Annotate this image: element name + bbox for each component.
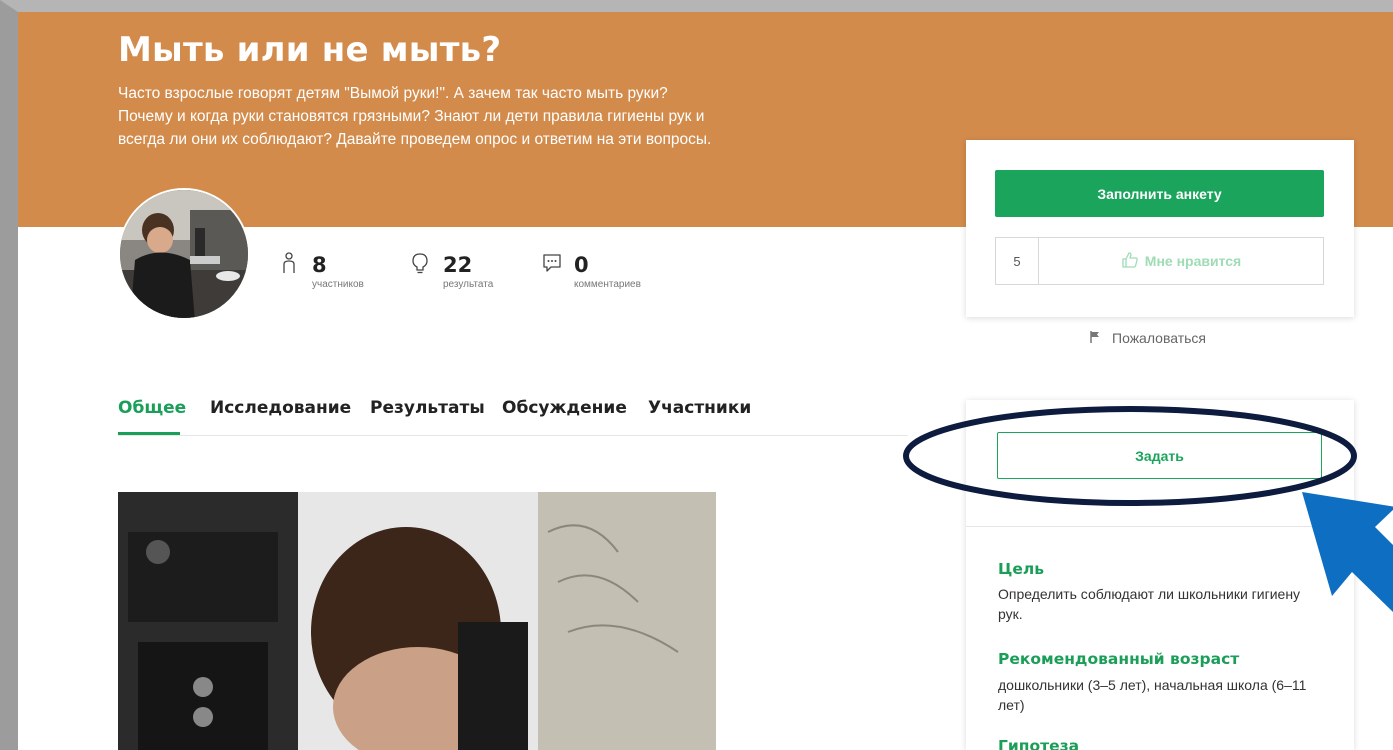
project-description: Часто взрослые говорят детям "Вымой руки…: [118, 85, 712, 148]
divider: [966, 526, 1354, 527]
action-card: Заполнить анкету 5 Мне нравится: [966, 140, 1354, 317]
hypothesis-heading: Гипотеза: [998, 737, 1080, 750]
age-heading: Рекомендованный возраст: [998, 650, 1240, 668]
fill-questionnaire-button[interactable]: Заполнить анкету: [995, 170, 1324, 217]
tab-research[interactable]: Исследование: [210, 398, 351, 418]
thumbs-up-icon: [1121, 251, 1139, 272]
lightbulb-icon: [411, 252, 429, 274]
complain-link[interactable]: Пожаловаться: [1090, 330, 1206, 346]
avatar[interactable]: [118, 188, 250, 320]
project-photo: [118, 492, 716, 750]
ask-question-button[interactable]: Задать: [997, 432, 1322, 479]
like-label: Мне нравится: [1144, 253, 1242, 269]
info-card: Задать Цель Определить соблюдают ли школ…: [966, 400, 1354, 750]
person-icon: [280, 252, 298, 274]
photo-image: [118, 492, 716, 750]
complain-label: Пожаловаться: [1112, 330, 1207, 346]
participants-count: 8: [312, 253, 327, 277]
comment-icon: [542, 252, 561, 274]
like-widget: 5 Мне нравится: [995, 237, 1324, 285]
tab-discussion[interactable]: Обсуждение: [502, 398, 627, 418]
results-label: результата: [443, 279, 494, 290]
participants-label: участников: [312, 279, 364, 290]
project-tabs: Общее Исследование Результаты Обсуждение…: [118, 398, 908, 436]
comments-label: комментариев: [574, 279, 641, 290]
tab-participants[interactable]: Участники: [648, 398, 751, 418]
tab-results[interactable]: Результаты: [370, 398, 485, 418]
comments-count: 0: [574, 253, 589, 277]
results-count: 22: [443, 253, 473, 277]
avatar-photo: [120, 190, 248, 318]
flag-icon: [1090, 330, 1100, 346]
age-text: дошкольники (3–5 лет), начальная школа (…: [998, 677, 1307, 713]
active-tab-indicator: [118, 432, 180, 435]
like-count: 5: [996, 238, 1039, 284]
like-button[interactable]: Мне нравится: [1039, 238, 1323, 284]
tab-general[interactable]: Общее: [118, 398, 186, 418]
page-title: Мыть или не мыть?: [118, 30, 502, 70]
goal-heading: Цель: [998, 560, 1045, 578]
goal-text: Определить соблюдают ли школьники гигиен…: [998, 586, 1301, 622]
